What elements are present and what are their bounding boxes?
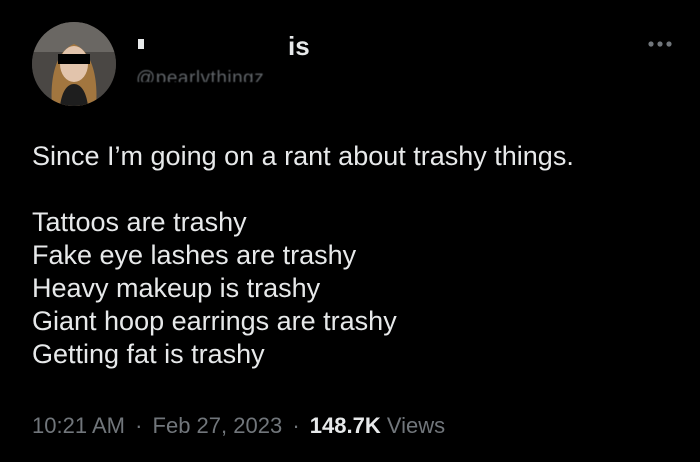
tweet-date[interactable]: Feb 27, 2023 (153, 413, 283, 438)
tweet-line: Tattoos are trashy (32, 207, 247, 237)
tweet-line: Heavy makeup is trashy (32, 273, 321, 303)
tweet-line: Giant hoop earrings are trashy (32, 306, 397, 336)
separator: · (135, 413, 143, 438)
views-count: 148.7K (309, 413, 381, 438)
more-options-button[interactable] (640, 24, 680, 64)
views-label: Views (386, 413, 446, 438)
tweet-meta: 10:21 AM · Feb 27, 2023 · 148.7K Views (32, 413, 445, 439)
tweet-time[interactable]: 10:21 AM (32, 413, 125, 438)
user-handle[interactable]: @pearlythingz (136, 66, 326, 82)
avatar[interactable] (32, 22, 116, 106)
author-info: is @pearlythingz (136, 30, 326, 82)
more-horizontal-icon (648, 41, 672, 47)
tweet-line: Getting fat is trashy (32, 339, 265, 369)
separator: · (292, 413, 300, 438)
avatar-photo-icon (32, 22, 116, 106)
display-name-text: is (288, 31, 310, 61)
name-redaction (146, 32, 304, 58)
tweet-text: Since I’m going on a rant about trashy t… (32, 140, 672, 371)
tweet-line: Fake eye lashes are trashy (32, 240, 357, 270)
display-name[interactable]: is (136, 30, 326, 62)
tweet-line: Since I’m going on a rant about trashy t… (32, 141, 574, 171)
redacted-name-start (138, 39, 144, 49)
tweet-line-break (32, 173, 672, 206)
